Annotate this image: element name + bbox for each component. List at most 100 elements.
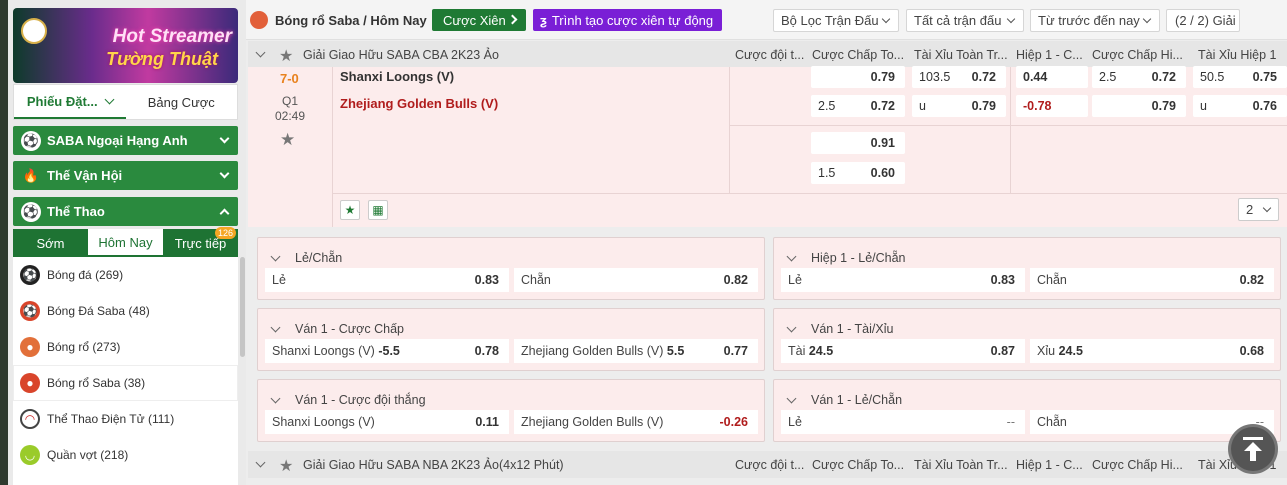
sidebar-group-saba-premier[interactable]: ⚽ SABA Ngoại Hạng Anh xyxy=(13,126,238,155)
odd-under-h1[interactable]: u 0.76 xyxy=(1193,95,1287,117)
market-option[interactable]: Zhejiang Golden Bulls (V) -0.26 xyxy=(514,410,758,434)
tab-live[interactable]: Trực tiếp 126 xyxy=(163,227,238,257)
group-label: Thế Vận Hội xyxy=(47,168,123,183)
stats-button[interactable]: ▦ xyxy=(368,200,388,220)
divider xyxy=(332,193,1287,194)
chevron-down-icon[interactable] xyxy=(786,322,797,333)
chevron-down-icon[interactable] xyxy=(270,251,281,262)
market-game1-overunder: Ván 1 - Tài/Xỉu Tài 24.5 0.87 Xỉu 24.5 0… xyxy=(773,308,1281,371)
chevron-down-icon[interactable] xyxy=(786,251,797,262)
odd-handicap-h1-home[interactable]: 2.5 0.72 xyxy=(1092,66,1186,88)
sport-item-basketball[interactable]: ● Bóng rổ (273) xyxy=(13,329,238,365)
sport-count: (48) xyxy=(128,304,150,318)
time-filter-dropdown[interactable]: Từ trước đến nay xyxy=(1030,9,1160,32)
chevron-down-icon[interactable] xyxy=(270,322,281,333)
tab-bet-slip[interactable]: Phiếu Đặt... xyxy=(14,85,126,119)
star-icon[interactable]: ★ xyxy=(279,46,293,66)
odd-handicap-ft-alt-home[interactable]: 0.91 xyxy=(811,132,905,154)
top-toolbar: Bóng rổ Saba / Hôm Nay Cược Xiên ƺ Trình… xyxy=(246,0,1287,40)
market-option[interactable]: Tài 24.5 0.87 xyxy=(781,339,1025,363)
sport-label: Bóng rổ Saba xyxy=(47,376,121,390)
favorite-star-icon[interactable]: ★ xyxy=(280,130,295,150)
sport-item-saba-basketball[interactable]: ● Bóng rổ Saba (38) xyxy=(13,365,238,401)
chevron-down-icon[interactable] xyxy=(255,457,266,468)
odd-value: 0.91 xyxy=(870,136,895,150)
market-option[interactable]: Lẻ 0.83 xyxy=(265,268,509,292)
odd-value: 0.72 xyxy=(971,70,996,84)
odd-line: u xyxy=(919,99,926,113)
league-header[interactable]: ★ Giải Giao Hữu SABA CBA 2K23 Ảo Cược độ… xyxy=(248,41,1287,68)
sport-item-soccer[interactable]: ⚽ Bóng đá (269) xyxy=(13,257,238,293)
hot-streamer-banner[interactable]: Hot Streamer Tường Thuật xyxy=(13,8,238,83)
sidebar-group-sports[interactable]: ⚽ Thể Thao xyxy=(13,197,238,226)
odd-moneyline-h1-away[interactable]: -0.78 xyxy=(1016,95,1088,117)
odd-value: 0.75 xyxy=(1252,70,1277,84)
tab-bet-list[interactable]: Bảng Cược xyxy=(126,85,238,119)
sports-ball-icon: ⚽ xyxy=(21,201,41,222)
market-option[interactable]: Shanxi Loongs (V) 0.11 xyxy=(265,410,509,434)
col-handicap-h1: Cược Chấp Hi... xyxy=(1092,48,1183,62)
match-filter-dropdown[interactable]: Bộ Lọc Trận Đấu xyxy=(773,9,899,32)
chevron-down-icon[interactable] xyxy=(255,47,266,58)
league-count-button[interactable]: (2 / 2) Giải xyxy=(1166,9,1240,32)
saba-basketball-icon: ● xyxy=(20,373,40,393)
odd-line: 50.5 xyxy=(1200,70,1225,84)
sport-label: Bóng rổ xyxy=(47,340,90,354)
parlay-button[interactable]: Cược Xiên xyxy=(432,9,526,31)
sport-item-saba-soccer[interactable]: ⚽ Bóng Đá Saba (48) xyxy=(13,293,238,329)
league-header[interactable]: ★ Giải Giao Hữu SABA NBA 2K23 Ảo(4x12 Ph… xyxy=(248,451,1287,478)
sport-item-esports[interactable]: ◠ Thể Thao Điện Tử (111) xyxy=(13,401,238,437)
option-label: Lẻ xyxy=(788,415,802,429)
tab-early[interactable]: Sớm xyxy=(13,229,88,257)
chevron-down-icon[interactable] xyxy=(270,393,281,404)
odd-line: 2.5 xyxy=(1099,70,1117,84)
market-option[interactable]: Chẵn -- xyxy=(1030,410,1274,434)
parlay-builder-button[interactable]: ƺ Trình tạo cược xiên tự động xyxy=(533,9,722,31)
odd-handicap-ft-away[interactable]: 2.5 0.72 xyxy=(811,95,905,117)
sport-count: (218) xyxy=(100,448,129,462)
app-root: Hot Streamer Tường Thuật Phiếu Đặt... Bả… xyxy=(0,0,1287,485)
option-team: Shanxi Loongs (V) xyxy=(272,344,375,358)
odd-over-h1[interactable]: 50.5 0.75 xyxy=(1193,66,1287,88)
market-option[interactable]: Lẻ 0.83 xyxy=(781,268,1025,292)
option-side: Tài xyxy=(788,344,806,358)
sidebar-scrollbar[interactable] xyxy=(240,257,245,357)
option-label: Zhejiang Golden Bulls (V) 5.5 xyxy=(521,344,684,358)
tab-today[interactable]: Hôm Nay xyxy=(88,229,163,257)
favorite-button[interactable]: ★ xyxy=(340,200,360,220)
market-option[interactable]: Chẵn 0.82 xyxy=(514,268,758,292)
torch-icon: 🔥 xyxy=(22,167,40,183)
scroll-to-top-button[interactable] xyxy=(1231,427,1275,471)
market-option[interactable]: Shanxi Loongs (V) -5.5 0.78 xyxy=(265,339,509,363)
sport-item-tennis[interactable]: ◡ Quần vợt (218) xyxy=(13,437,238,473)
option-label: Chẵn xyxy=(1037,415,1067,429)
odd-line: 1.5 xyxy=(818,166,836,180)
all-matches-dropdown[interactable]: Tất cả trận đấu xyxy=(906,9,1024,32)
market-option[interactable]: Zhejiang Golden Bulls (V) 5.5 0.77 xyxy=(514,339,758,363)
odd-handicap-h1-away[interactable]: 0.79 xyxy=(1092,95,1186,117)
chevron-down-icon xyxy=(1142,14,1152,24)
chevron-down-icon[interactable] xyxy=(786,393,797,404)
banner-line1: Hot Streamer xyxy=(112,26,232,47)
tennis-ball-icon: ◡ xyxy=(20,445,40,465)
odd-handicap-ft-home[interactable]: 0.79 xyxy=(811,66,905,88)
market-odd-even: Lẻ/Chẵn Lẻ 0.83 Chẵn 0.82 xyxy=(257,237,765,300)
market-option[interactable]: Lẻ -- xyxy=(781,410,1025,434)
odd-under-ft[interactable]: u 0.79 xyxy=(912,95,1006,117)
star-icon[interactable]: ★ xyxy=(279,456,293,476)
option-line: 5.5 xyxy=(666,344,685,358)
sidebar-group-olympics[interactable]: 🔥 Thế Vận Hội xyxy=(13,161,238,190)
odd-moneyline-h1-home[interactable]: 0.44 xyxy=(1016,66,1088,88)
tab-today-label: Hôm Nay xyxy=(98,234,153,250)
sport-label: Quần vợt xyxy=(47,448,97,462)
col-overunder-ft: Tài Xỉu Toàn Tr... xyxy=(914,48,1008,62)
odd-value: 0.79 xyxy=(870,70,895,84)
option-team: Zhejiang Golden Bulls (V) xyxy=(521,344,664,358)
more-markets-dropdown[interactable]: 2 xyxy=(1238,198,1279,221)
option-odd: 0.11 xyxy=(475,415,499,429)
tab-bet-slip-label: Phiếu Đặt... xyxy=(26,93,98,109)
odd-over-ft[interactable]: 103.5 0.72 xyxy=(912,66,1006,88)
market-option[interactable]: Xỉu 24.5 0.68 xyxy=(1030,339,1274,363)
market-option[interactable]: Chẵn 0.82 xyxy=(1030,268,1274,292)
odd-handicap-ft-alt-away[interactable]: 1.5 0.60 xyxy=(811,162,905,184)
